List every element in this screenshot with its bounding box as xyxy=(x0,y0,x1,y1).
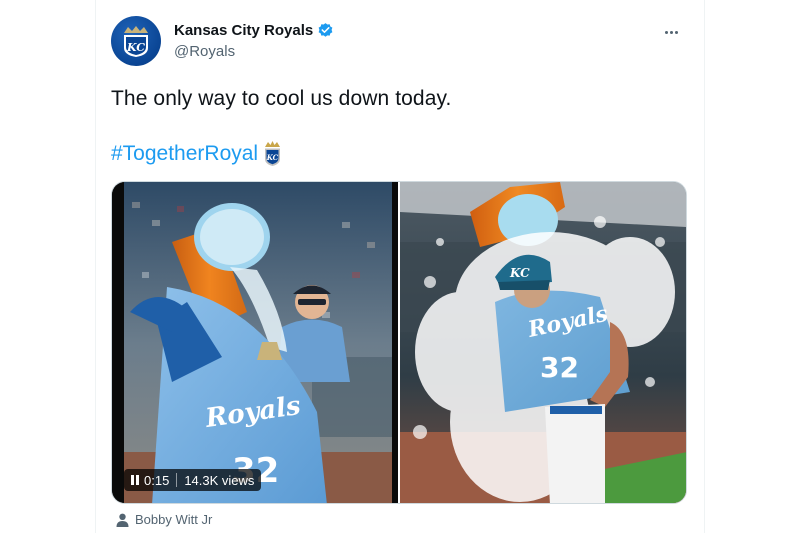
tagged-people[interactable]: Bobby Witt Jr xyxy=(116,512,212,527)
badge-separator xyxy=(176,473,178,487)
video-frame: Royals 32 xyxy=(112,182,398,503)
svg-text:KC: KC xyxy=(266,153,279,162)
tweet-text: The only way to cool us down today. xyxy=(111,87,452,110)
media-photo[interactable]: KC Royals 32 xyxy=(400,182,686,503)
media-grid: Royals 32 0:15 14.3K views xyxy=(111,181,687,504)
pause-icon[interactable] xyxy=(131,475,139,485)
video-duration: 0:15 xyxy=(144,472,170,488)
video-badge[interactable]: 0:15 14.3K views xyxy=(124,469,262,491)
verified-badge-icon xyxy=(318,23,333,37)
media-video[interactable]: Royals 32 0:15 14.3K views xyxy=(112,182,398,503)
video-views: 14.3K views xyxy=(184,472,255,488)
svg-text:KC: KC xyxy=(126,41,145,54)
person-icon xyxy=(116,513,129,527)
kc-emoji-icon: KC xyxy=(265,141,281,166)
cap-logo: KC xyxy=(509,266,530,280)
handle[interactable]: @Royals xyxy=(174,43,235,60)
photo-frame: KC Royals 32 xyxy=(400,182,686,503)
tweet-card[interactable]: KC Kansas City Royals @Royals The only w… xyxy=(95,0,705,533)
display-name[interactable]: Kansas City Royals xyxy=(174,22,313,39)
jersey-number-right: 32 xyxy=(540,351,579,384)
more-icon[interactable] xyxy=(661,24,681,40)
hashtag-row: #TogetherRoyal KC xyxy=(111,140,281,167)
avatar[interactable]: KC xyxy=(111,16,161,66)
tagged-name[interactable]: Bobby Witt Jr xyxy=(135,512,212,527)
royals-logo-icon: KC xyxy=(124,26,148,57)
hashtag-link[interactable]: #TogetherRoyal xyxy=(111,142,258,166)
tweet-header: KC Kansas City Royals @Royals xyxy=(111,16,691,68)
